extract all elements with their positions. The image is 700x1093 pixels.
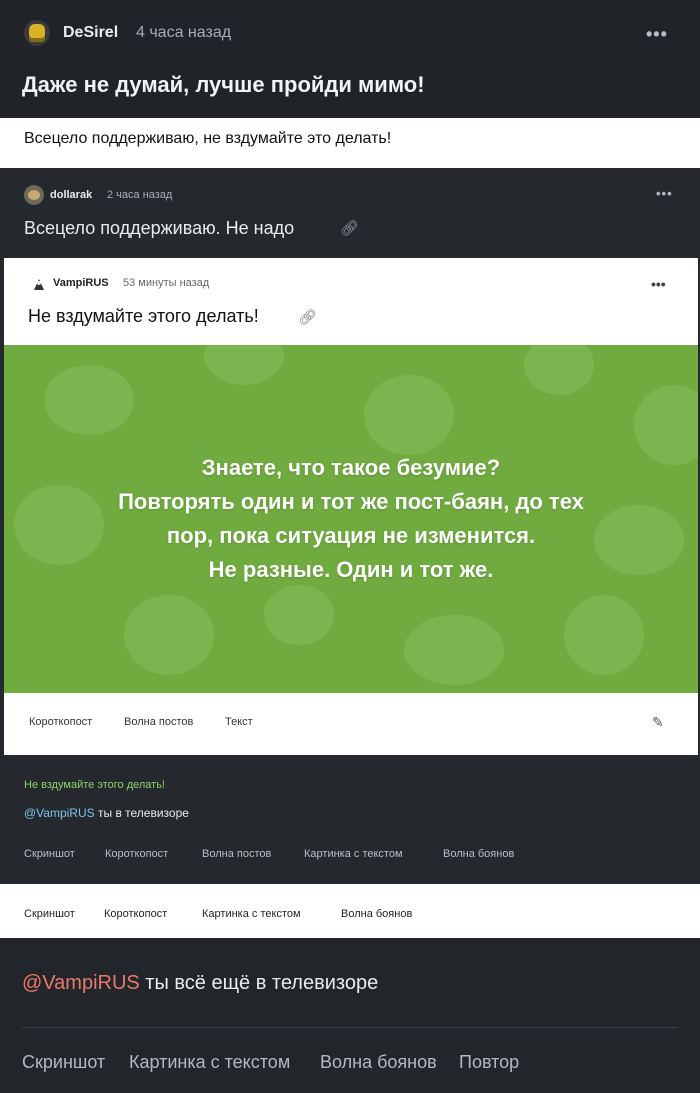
tag-link[interactable]: Картинка с текстом: [202, 908, 301, 920]
bottom-comment-text: ты всё ещё в телевизоре: [145, 972, 379, 994]
meme-image: Знаете, что такое безумие? Повторять оди…: [4, 345, 698, 693]
comment-text: Всецело поддерживаю. Не надо: [24, 218, 295, 238]
tag-link[interactable]: Скриншот: [22, 1052, 105, 1073]
tag-link[interactable]: Короткопост: [104, 908, 167, 920]
reply-banner-text: Всецело поддерживаю, не вздумайте это де…: [24, 130, 392, 147]
meme-line: Повторять один и тот же пост-баян, до те…: [118, 489, 584, 514]
avatar-image: [28, 190, 40, 200]
tag-link[interactable]: Повтор: [459, 1052, 519, 1073]
tag-link[interactable]: Короткопост: [105, 848, 168, 860]
comment-text: ты в телевизоре: [97, 806, 189, 820]
avatar-image: [29, 24, 45, 42]
tag-link[interactable]: Картинка с текстом: [304, 848, 403, 860]
tag-link[interactable]: Волна постов: [124, 716, 193, 728]
comment-time: 2 часа назад: [107, 189, 173, 201]
tag-link[interactable]: Скриншот: [24, 848, 75, 860]
quoted-title[interactable]: Не вздумайте этого делать!: [24, 779, 165, 791]
link-icon[interactable]: 🔗︎: [340, 219, 359, 237]
tag-link[interactable]: Текст: [225, 716, 253, 728]
user-mention[interactable]: @VampiRUS: [22, 972, 140, 994]
tag-link[interactable]: Волна постов: [202, 848, 271, 860]
more-dots-icon[interactable]: •••: [651, 276, 666, 292]
top-post: [0, 0, 700, 118]
meme-line: Не разные. Один и тот же.: [208, 557, 494, 582]
comment-line: @VampiRUS ты в телевизоре: [24, 806, 189, 820]
tag-link[interactable]: Скриншот: [24, 908, 75, 920]
vampirus-avatar-icon[interactable]: [31, 276, 47, 292]
link-icon[interactable]: 🔗︎: [298, 308, 317, 326]
commenter-name[interactable]: dollarak: [50, 189, 92, 201]
divider: [22, 1027, 678, 1028]
user-mention[interactable]: @VampiRUS: [24, 806, 95, 820]
post-title[interactable]: Даже не думай, лучше пройди мимо!: [22, 72, 425, 98]
author-name[interactable]: DeSirel: [63, 24, 118, 42]
embedded-title[interactable]: Не вздумайте этого делать!: [28, 306, 259, 327]
meme-text: Знаете, что такое безумие? Повторять оди…: [4, 451, 698, 587]
tag-link[interactable]: Волна боянов: [443, 848, 514, 860]
tag-link[interactable]: Волна боянов: [341, 908, 412, 920]
tag-link[interactable]: Волна боянов: [320, 1052, 437, 1073]
meme-line: Знаете, что такое безумие?: [201, 455, 501, 480]
tag-link[interactable]: Короткопост: [29, 716, 92, 728]
pencil-icon[interactable]: ✎: [652, 714, 664, 731]
author-avatar[interactable]: [24, 20, 50, 46]
embedded-time: 53 минуты назад: [123, 277, 210, 289]
tag-link[interactable]: Картинка с текстом: [129, 1052, 290, 1073]
meme-line: пор, пока ситуация не изменится.: [166, 523, 536, 548]
more-dots-icon[interactable]: •••: [646, 24, 668, 45]
embedded-author[interactable]: VampiRUS: [53, 277, 109, 289]
more-dots-icon[interactable]: •••: [656, 186, 673, 201]
bottom-comment-line: @VampiRUS ты всё ещё в телевизоре: [22, 972, 378, 995]
commenter-avatar[interactable]: [24, 185, 44, 205]
post-time: 4 часа назад: [136, 24, 232, 41]
